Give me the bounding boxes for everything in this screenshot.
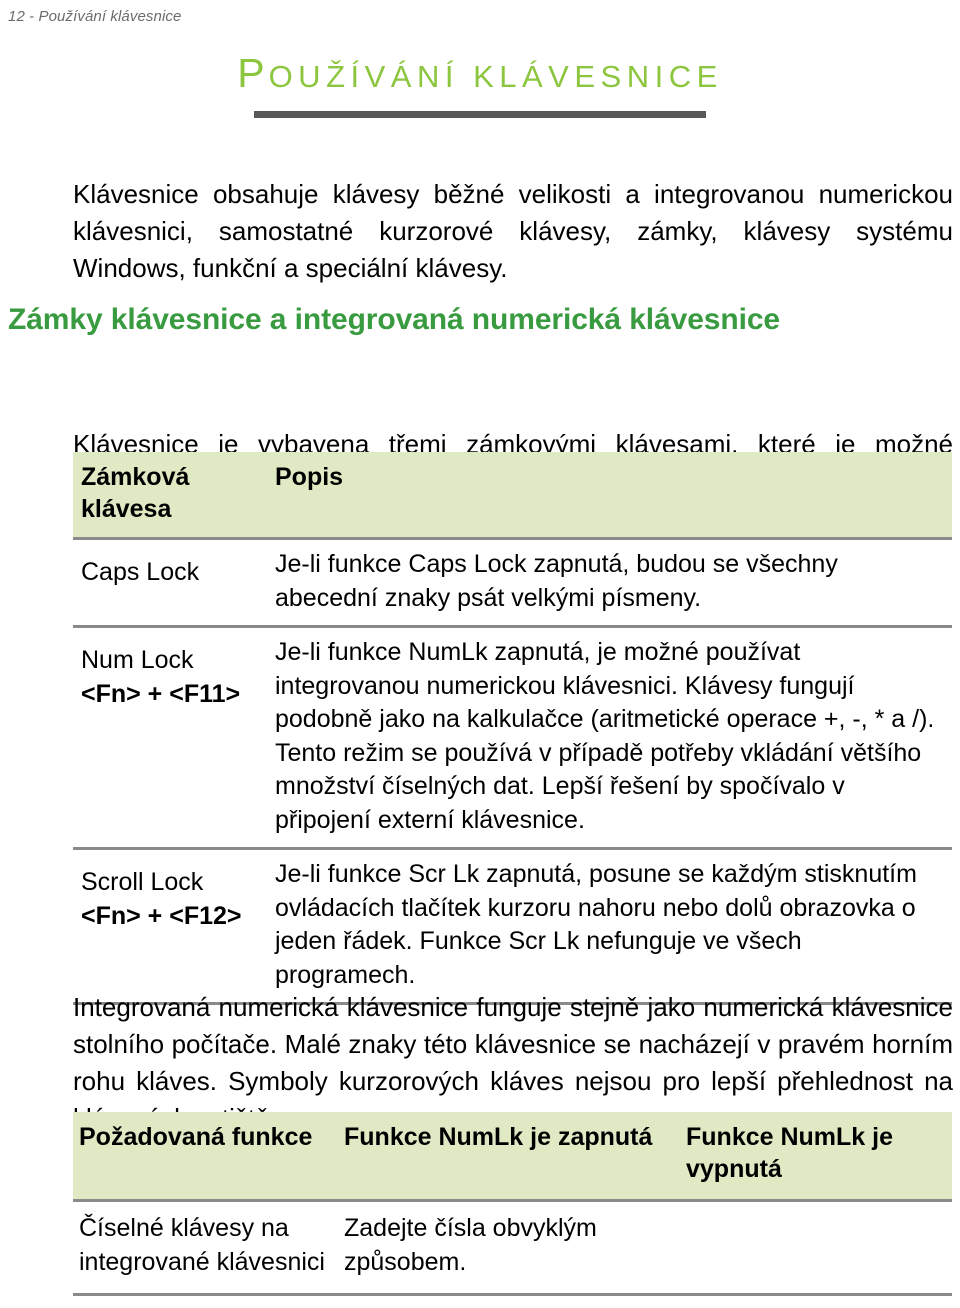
column-header-numlk-off: Funkce NumLk je vypnutá (680, 1112, 952, 1201)
table-row: Caps Lock Je-li funkce Caps Lock zapnutá… (73, 539, 952, 627)
key-name-label: Num Lock (81, 646, 194, 674)
cell-key-description: Je-li funkce Scr Lk zapnutá, posune se k… (275, 860, 917, 989)
page-title-initial: P (237, 50, 269, 96)
intro-paragraph: Klávesnice obsahuje klávesy běžné veliko… (73, 179, 953, 283)
column-header-feature: Požadovaná funkce (73, 1112, 338, 1201)
cell-key-description: Je-li funkce NumLk zapnutá, je možné pou… (275, 638, 935, 834)
cell-numlk-on: Zadejte čísla obvyklým způsobem. (344, 1214, 597, 1276)
key-name-label: Caps Lock (81, 558, 200, 586)
key-name-label: Scroll Lock (81, 868, 204, 896)
lock-keys-table: Zámková klávesa Popis Caps Lock Je-li fu… (73, 452, 952, 1005)
table-header-row: Požadovaná funkce Funkce NumLk je zapnut… (73, 1112, 952, 1201)
title-divider (254, 111, 706, 119)
page-title: POUŽÍVÁNÍ KLÁVESNICE (0, 50, 960, 96)
key-combo-label: <Fn> + <F11> (81, 679, 241, 708)
cell-key-name: Caps Lock (73, 539, 269, 627)
key-combo-label: <Fn> + <F12> (81, 901, 242, 930)
column-header-lock-key: Zámková klávesa (73, 452, 269, 539)
column-header-numlk-on: Funkce NumLk je zapnutá (338, 1112, 680, 1201)
cell-numlk-off (680, 1201, 952, 1295)
numlk-states-table: Požadovaná funkce Funkce NumLk je zapnut… (73, 1112, 952, 1296)
section-heading: Zámky klávesnice a integrovaná numerická… (8, 302, 781, 336)
table-row: Scroll Lock <Fn> + <F12> Je-li funkce Sc… (73, 849, 952, 1004)
cell-feature: Číselné klávesy na integrované klávesnic… (79, 1214, 325, 1276)
table-row: Num Lock <Fn> + <F11> Je-li funkce NumLk… (73, 627, 952, 849)
table-header-row: Zámková klávesa Popis (73, 452, 952, 539)
title-block: POUŽÍVÁNÍ KLÁVESNICE (0, 50, 960, 119)
cell-key-description: Je-li funkce Caps Lock zapnutá, budou se… (275, 550, 838, 612)
table-row: Číselné klávesy na integrované klávesnic… (73, 1201, 952, 1295)
cell-key-name: Num Lock <Fn> + <F11> (73, 627, 269, 849)
page-title-rest: OUŽÍVÁNÍ KLÁVESNICE (268, 59, 723, 94)
document-page: 12 - Používání klávesnice POUŽÍVÁNÍ KLÁV… (0, 0, 960, 1308)
column-header-description: Popis (269, 452, 952, 539)
cell-key-name: Scroll Lock <Fn> + <F12> (73, 849, 269, 1004)
running-header: 12 - Používání klávesnice (8, 8, 182, 25)
